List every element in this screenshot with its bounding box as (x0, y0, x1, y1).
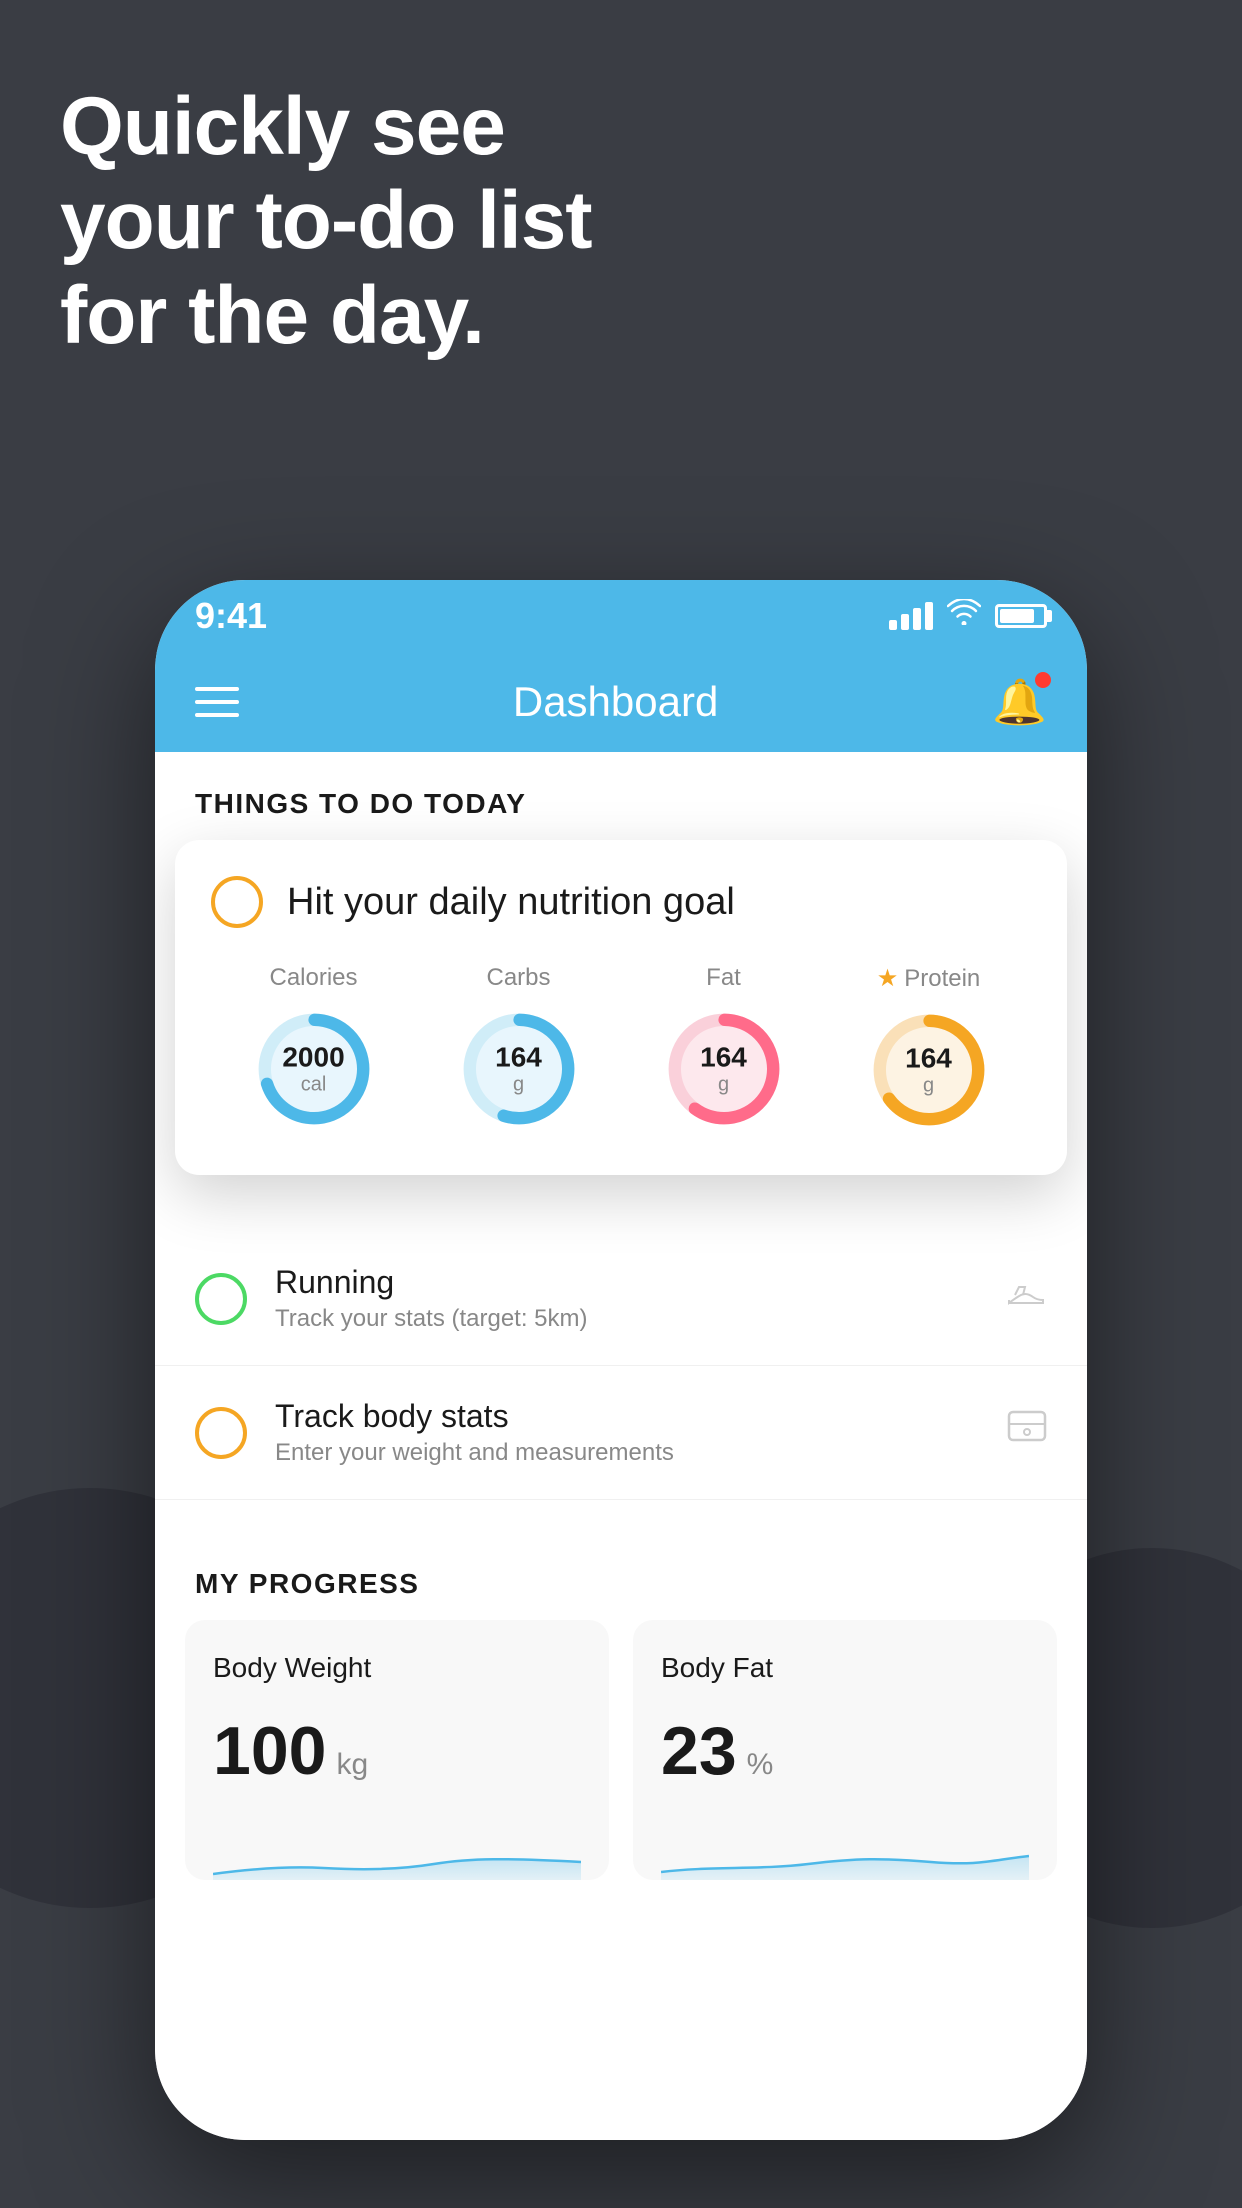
protein-donut: 164 g (864, 1005, 994, 1135)
notification-dot (1035, 672, 1051, 688)
carbs-donut: 164 g (454, 1004, 584, 1134)
body-fat-chart (661, 1814, 1029, 1880)
my-progress-header: MY PROGRESS (155, 1532, 1087, 1620)
body-stats-title: Track body stats (275, 1398, 979, 1435)
todo-item-running[interactable]: Running Track your stats (target: 5km) (155, 1232, 1087, 1366)
metric-calories: Calories 2000 cal (249, 964, 379, 1134)
metrics-row: Calories 2000 cal (211, 964, 1031, 1135)
body-fat-unit: % (747, 1748, 774, 1782)
metric-protein: ★ Protein 164 g (864, 964, 994, 1135)
headline-line3: for the day. (60, 269, 592, 363)
status-icons (889, 599, 1047, 633)
running-check-circle (195, 1273, 247, 1325)
battery-icon (995, 604, 1047, 628)
headline-line1: Quickly see (60, 80, 592, 174)
shoe-icon (1007, 1278, 1047, 1320)
nutrition-check-circle (211, 876, 263, 928)
scale-icon (1007, 1410, 1047, 1455)
nav-bar: Dashboard 🔔 (155, 652, 1087, 752)
carbs-value: 164 g (495, 1043, 542, 1096)
running-title: Running (275, 1264, 979, 1301)
body-fat-value-row: 23 % (661, 1712, 1029, 1790)
protein-value: 164 g (905, 1044, 952, 1097)
body-weight-title: Body Weight (213, 1652, 581, 1684)
protein-star-icon: ★ (877, 964, 899, 993)
progress-cards-row: Body Weight 100 kg (155, 1620, 1087, 1880)
body-stats-text-group: Track body stats Enter your weight and m… (275, 1398, 979, 1467)
todo-item-body-stats[interactable]: Track body stats Enter your weight and m… (155, 1366, 1087, 1500)
fat-label: Fat (706, 964, 741, 992)
body-fat-card[interactable]: Body Fat 23 % (633, 1620, 1057, 1880)
wifi-icon (947, 599, 981, 633)
body-fat-title: Body Fat (661, 1652, 1029, 1684)
nutrition-card[interactable]: Hit your daily nutrition goal Calories 2… (175, 840, 1067, 1175)
phone-shell: 9:41 (155, 580, 1087, 2140)
calories-donut: 2000 cal (249, 1004, 379, 1134)
body-weight-value: 100 (213, 1712, 326, 1790)
protein-label: ★ Protein (877, 964, 981, 993)
card-title-row: Hit your daily nutrition goal (211, 876, 1031, 928)
things-today-header: THINGS TO DO TODAY (155, 752, 1087, 840)
headline-line2: your to-do list (60, 174, 592, 268)
body-fat-value: 23 (661, 1712, 737, 1790)
body-weight-card[interactable]: Body Weight 100 kg (185, 1620, 609, 1880)
headline: Quickly see your to-do list for the day. (60, 80, 592, 363)
bell-icon[interactable]: 🔔 (992, 676, 1047, 728)
running-text-group: Running Track your stats (target: 5km) (275, 1264, 979, 1333)
status-bar: 9:41 (155, 580, 1087, 652)
body-weight-chart (213, 1814, 581, 1880)
metric-fat: Fat 164 g (659, 964, 789, 1134)
calories-label: Calories (269, 964, 357, 992)
fat-value: 164 g (700, 1043, 747, 1096)
metric-carbs: Carbs 164 g (454, 964, 584, 1134)
calories-value: 2000 cal (282, 1043, 344, 1096)
fat-donut: 164 g (659, 1004, 789, 1134)
carbs-label: Carbs (486, 964, 550, 992)
status-time: 9:41 (195, 595, 267, 637)
body-stats-check-circle (195, 1407, 247, 1459)
nutrition-card-title: Hit your daily nutrition goal (287, 881, 735, 924)
hamburger-menu[interactable] (195, 687, 239, 717)
body-weight-value-row: 100 kg (213, 1712, 581, 1790)
nav-title: Dashboard (513, 678, 718, 726)
body-stats-subtitle: Enter your weight and measurements (275, 1439, 979, 1467)
phone-content: THINGS TO DO TODAY Hit your daily nutrit… (155, 752, 1087, 2140)
running-subtitle: Track your stats (target: 5km) (275, 1305, 979, 1333)
my-progress-section: MY PROGRESS Body Weight 100 kg (155, 1532, 1087, 1880)
signal-icon (889, 602, 933, 630)
body-weight-unit: kg (336, 1748, 368, 1782)
